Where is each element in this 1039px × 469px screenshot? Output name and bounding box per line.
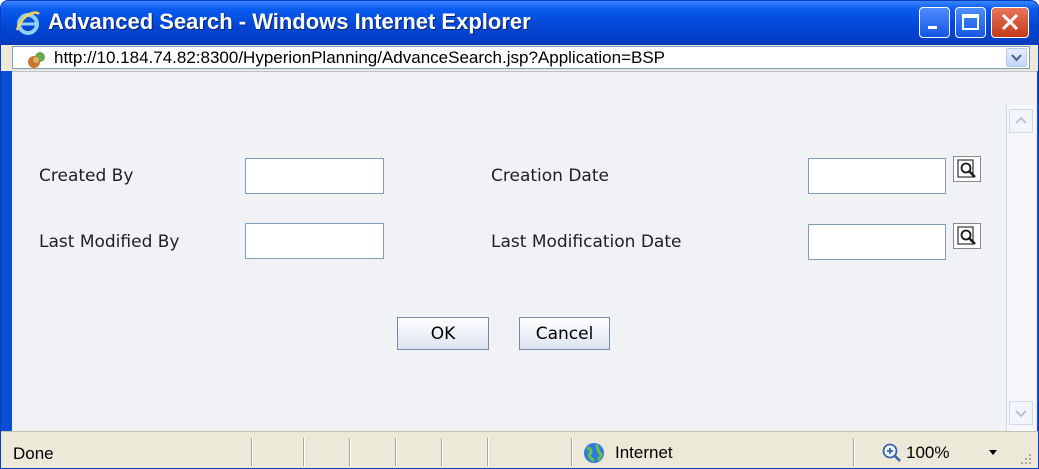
scroll-up-button[interactable] [1009, 109, 1033, 133]
minimize-button[interactable] [919, 7, 950, 38]
status-text: Done [13, 444, 54, 463]
status-divider [571, 438, 572, 466]
address-bar: http://10.184.74.82:8300/HyperionPlannin… [1, 45, 1038, 71]
creation-date-input[interactable] [808, 158, 946, 194]
status-divider [395, 438, 396, 466]
maximize-icon [962, 14, 979, 30]
status-divider [441, 438, 442, 466]
resize-grip-icon[interactable] [1017, 450, 1033, 466]
last-modified-by-input[interactable] [245, 223, 384, 259]
last-modified-by-label: Last Modified By [39, 232, 180, 252]
date-picker-icon [957, 159, 976, 178]
title-bar[interactable]: Advanced Search - Windows Internet Explo… [1, 1, 1038, 45]
maximize-button[interactable] [955, 7, 986, 38]
chevron-down-icon [1015, 410, 1027, 418]
last-modification-date-picker-button[interactable] [953, 223, 981, 249]
globe-icon [584, 443, 604, 463]
close-button[interactable] [991, 7, 1029, 38]
creation-date-picker-button[interactable] [953, 156, 981, 182]
date-picker-icon [957, 226, 976, 245]
last-modification-date-label: Last Modification Date [491, 232, 682, 252]
ok-button[interactable]: OK [397, 317, 489, 350]
ie-logo-icon [15, 11, 40, 35]
address-field[interactable]: http://10.184.74.82:8300/HyperionPlannin… [12, 46, 1030, 69]
status-divider [303, 438, 304, 466]
creation-date-label: Creation Date [491, 166, 609, 186]
scroll-down-button[interactable] [1009, 401, 1033, 425]
security-zone-label: Internet [615, 443, 673, 462]
minimize-icon [928, 26, 937, 29]
page-icon [28, 52, 45, 68]
status-divider [487, 438, 488, 466]
created-by-input[interactable] [245, 158, 384, 194]
status-divider [349, 438, 350, 466]
window-title: Advanced Search - Windows Internet Explo… [48, 9, 531, 34]
magnifier-icon[interactable] [881, 442, 903, 464]
address-url[interactable]: http://10.184.74.82:8300/HyperionPlannin… [54, 48, 665, 68]
chevron-up-icon [1015, 116, 1027, 124]
status-bar: Done Internet 100% [1, 431, 1038, 468]
address-dropdown-button[interactable] [1006, 48, 1027, 67]
status-divider [251, 438, 252, 466]
browser-window: Advanced Search - Windows Internet Explo… [0, 0, 1039, 469]
page-content: Created By Creation Date Last Modified B… [12, 71, 1037, 432]
zoom-level[interactable]: 100% [906, 443, 949, 463]
last-modification-date-input[interactable] [808, 224, 946, 260]
status-divider [853, 438, 854, 466]
chevron-down-icon [1011, 54, 1022, 62]
zoom-dropdown-icon[interactable] [988, 449, 998, 457]
close-icon [1001, 13, 1019, 31]
cancel-button[interactable]: Cancel [519, 317, 610, 350]
created-by-label: Created By [39, 166, 134, 186]
vertical-scrollbar[interactable] [1006, 105, 1035, 431]
